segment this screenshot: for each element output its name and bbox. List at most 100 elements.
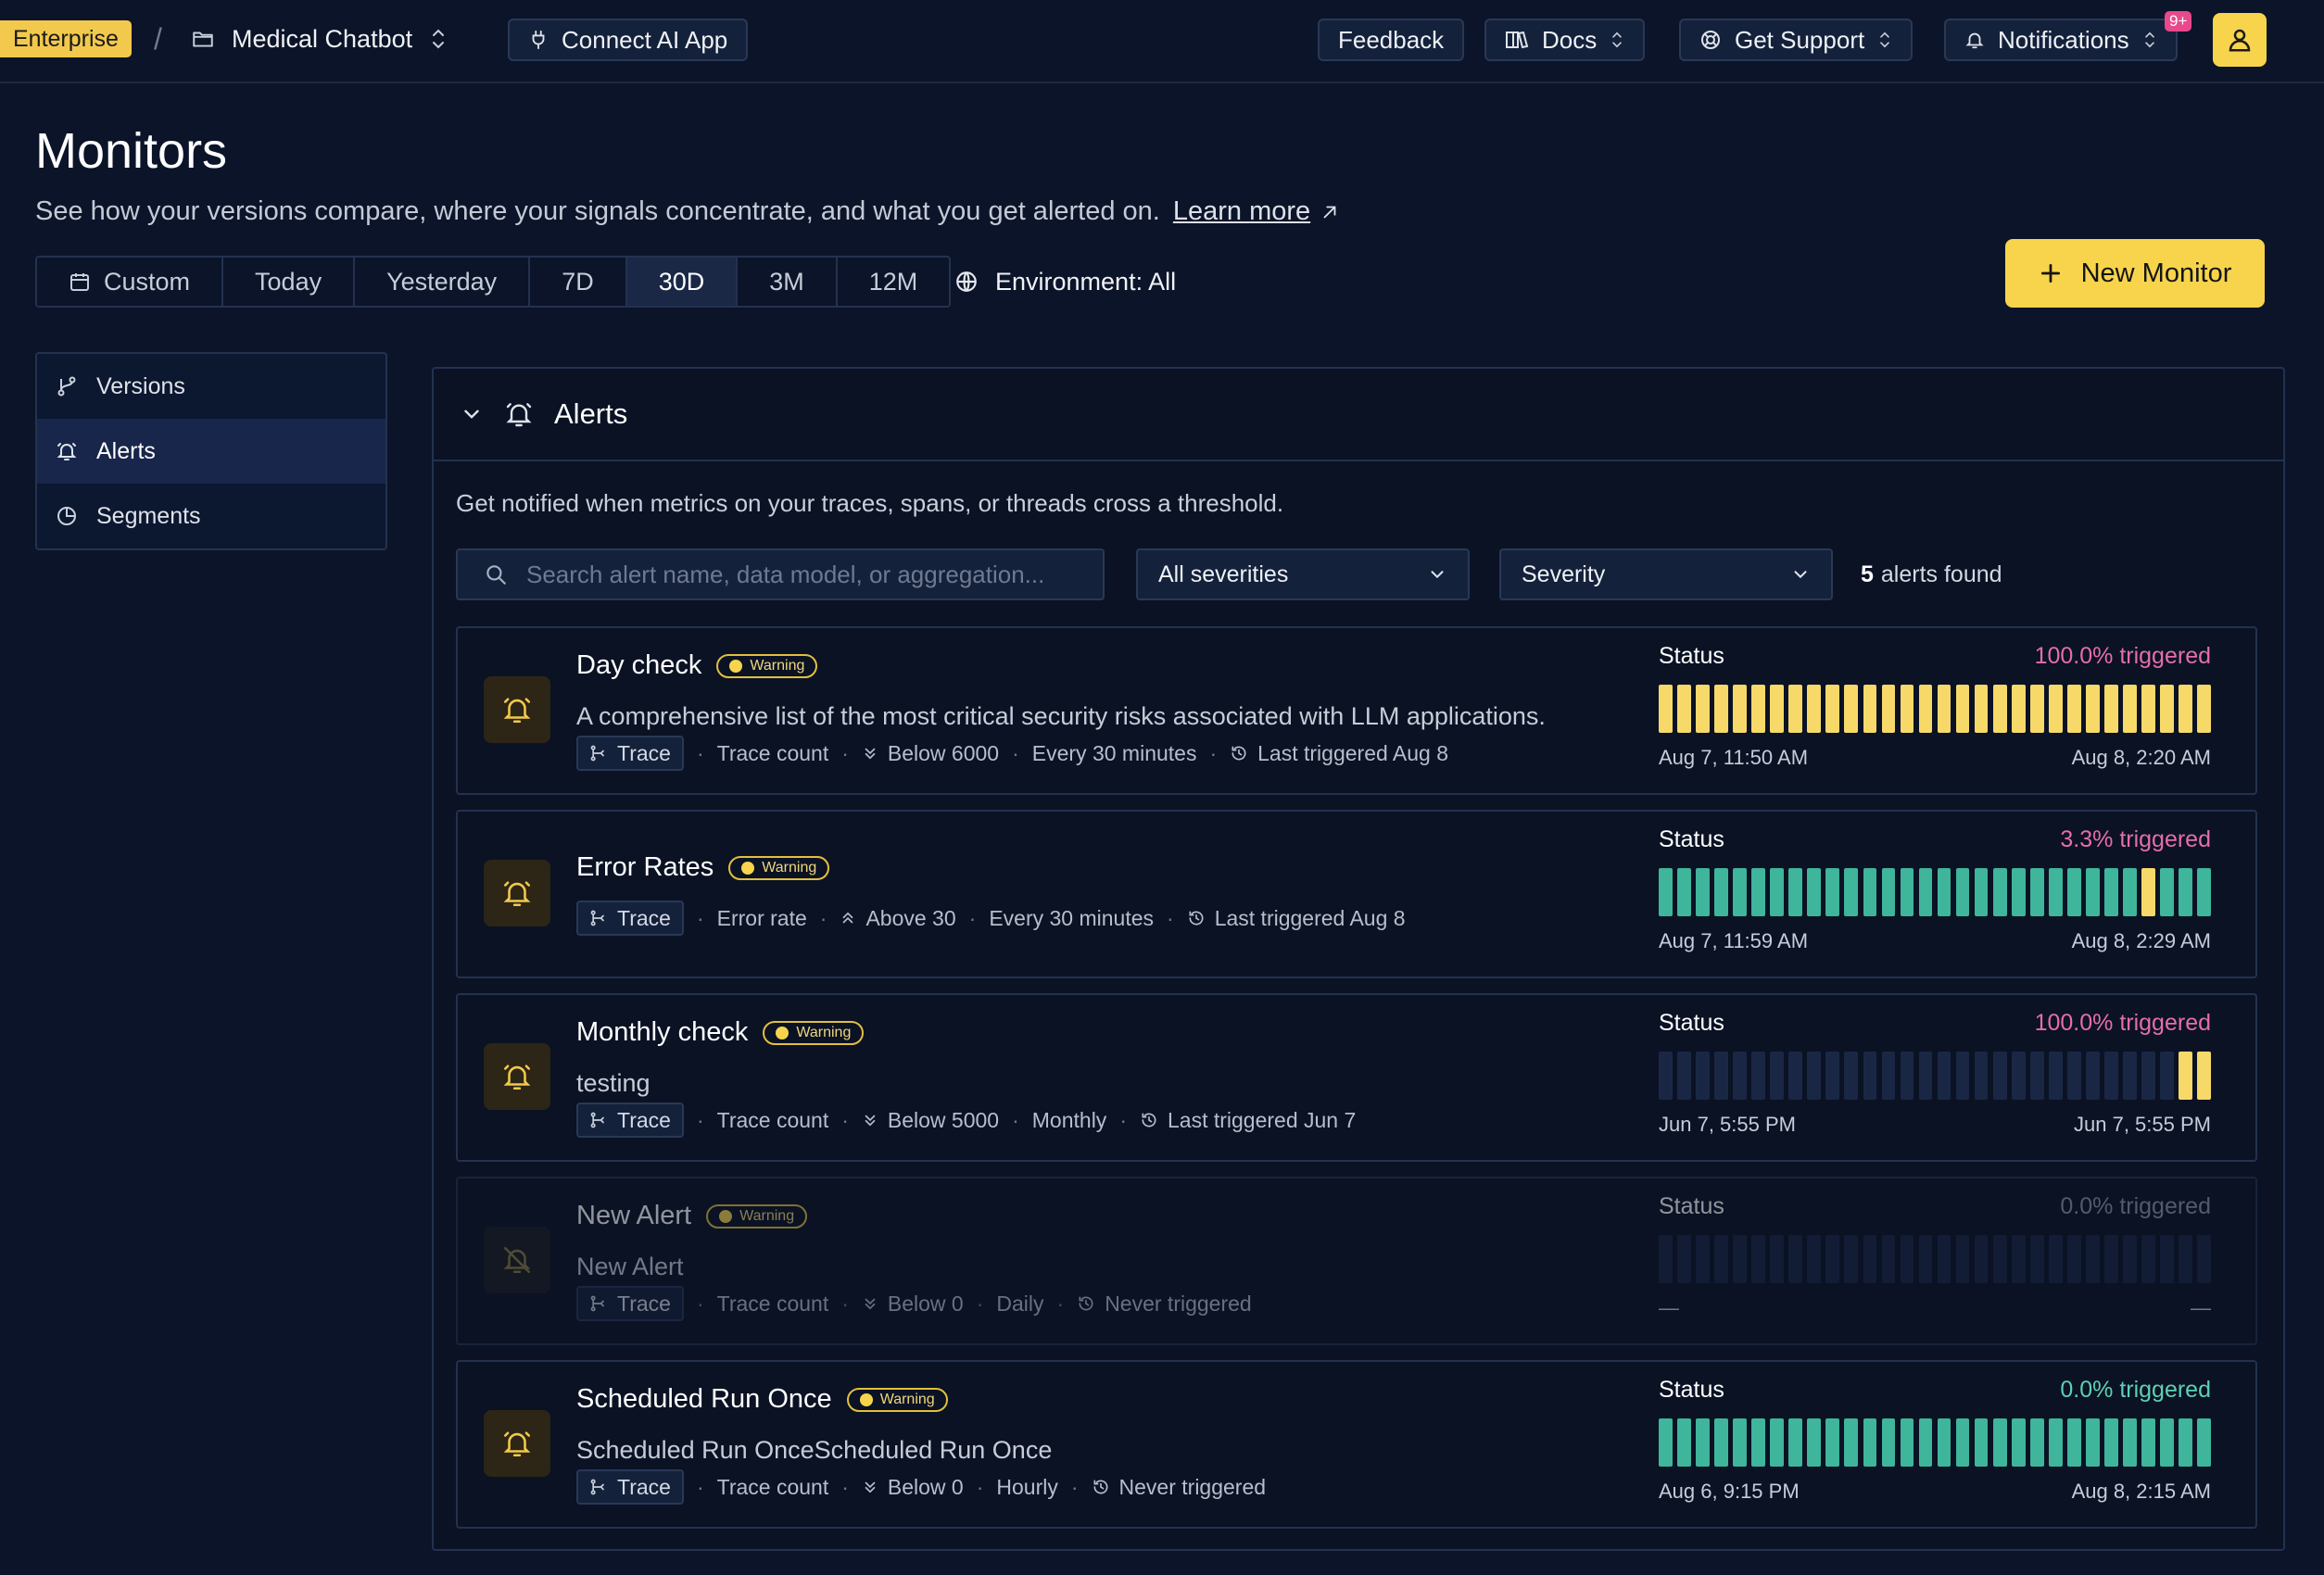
alert-card[interactable]: Monthly check Warning testing Trace · Trace c… (456, 993, 2257, 1162)
status-bar[interactable] (1992, 868, 2007, 916)
status-bar[interactable] (1751, 1052, 1765, 1100)
status-bar[interactable] (1751, 1418, 1765, 1467)
status-bar[interactable] (2029, 868, 2044, 916)
status-bar[interactable] (1955, 1418, 1970, 1467)
range-yesterday[interactable]: Yesterday (355, 258, 531, 306)
alert-search-input[interactable] (526, 560, 1082, 589)
status-bar[interactable] (2179, 685, 2192, 733)
status-bar[interactable] (1881, 1418, 1896, 1467)
status-bar[interactable] (1659, 1235, 1673, 1283)
status-bar[interactable] (1770, 1052, 1784, 1100)
status-bar[interactable] (2179, 1418, 2192, 1467)
status-bar[interactable] (2029, 1235, 2044, 1283)
alert-card[interactable]: Day check Warning A comprehensive list of … (456, 626, 2257, 795)
status-bar[interactable] (1844, 1418, 1859, 1467)
status-bar[interactable] (1918, 685, 1933, 733)
notifications-button[interactable]: Notifications (1944, 19, 2178, 61)
status-bar[interactable] (1881, 1235, 1896, 1283)
status-bar[interactable] (1863, 1052, 1877, 1100)
sidebar-item-alerts[interactable]: Alerts (37, 419, 385, 484)
status-bar[interactable] (2179, 1052, 2192, 1100)
status-bar[interactable] (2141, 685, 2155, 733)
status-bar[interactable] (1900, 685, 1914, 733)
status-bar[interactable] (2160, 1235, 2174, 1283)
get-support-button[interactable]: Get Support (1679, 19, 1914, 61)
status-bar[interactable] (1844, 1235, 1859, 1283)
status-bar[interactable] (2011, 1235, 2026, 1283)
status-bar[interactable] (1807, 685, 1822, 733)
status-bar[interactable] (1825, 685, 1840, 733)
status-bar[interactable] (2029, 1052, 2044, 1100)
status-bar[interactable] (1955, 685, 1970, 733)
status-bar[interactable] (1992, 1235, 2007, 1283)
status-bar[interactable] (2067, 1052, 2081, 1100)
status-bar[interactable] (1955, 1052, 1970, 1100)
status-bar[interactable] (2067, 868, 2081, 916)
status-bar[interactable] (1751, 685, 1765, 733)
status-bar[interactable] (2197, 868, 2212, 916)
status-bar[interactable] (2086, 1235, 2100, 1283)
status-bar[interactable] (1863, 868, 1877, 916)
new-monitor-button[interactable]: New Monitor (2005, 239, 2265, 308)
status-bar[interactable] (1751, 868, 1765, 916)
alert-search-box[interactable] (456, 548, 1105, 600)
status-bar[interactable] (1937, 1052, 1951, 1100)
range-today[interactable]: Today (223, 258, 356, 306)
alerts-panel-header[interactable]: Alerts (434, 369, 2283, 461)
status-bar[interactable] (1788, 1235, 1802, 1283)
status-bar[interactable] (1788, 1418, 1802, 1467)
status-bar[interactable] (2104, 685, 2118, 733)
status-bar[interactable] (1992, 685, 2007, 733)
status-bar[interactable] (2197, 1052, 2212, 1100)
alert-name[interactable]: Monthly check (576, 1017, 748, 1048)
status-bar[interactable] (1825, 1418, 1840, 1467)
status-bar[interactable] (1677, 1235, 1691, 1283)
status-bar[interactable] (1937, 685, 1951, 733)
status-bar[interactable] (2048, 685, 2063, 733)
status-bar[interactable] (2197, 1235, 2212, 1283)
status-bar[interactable] (1696, 1052, 1710, 1100)
status-bar[interactable] (1937, 1235, 1951, 1283)
status-bar[interactable] (1696, 685, 1710, 733)
status-bar[interactable] (1881, 685, 1896, 733)
status-bar[interactable] (1955, 1235, 1970, 1283)
status-bar[interactable] (1733, 1052, 1747, 1100)
status-bar[interactable] (1900, 1052, 1914, 1100)
status-bar[interactable] (1825, 1052, 1840, 1100)
status-bar[interactable] (2086, 868, 2100, 916)
status-bar[interactable] (1881, 1052, 1896, 1100)
status-bar[interactable] (2197, 685, 2212, 733)
status-bar[interactable] (1918, 1418, 1933, 1467)
status-bar[interactable] (1974, 1052, 1989, 1100)
project-switcher[interactable]: Medical Chatbot (191, 20, 448, 57)
status-bar[interactable] (1677, 1052, 1691, 1100)
status-bar[interactable] (2141, 1052, 2155, 1100)
alert-name[interactable]: Day check (576, 650, 701, 681)
status-bar[interactable] (1714, 868, 1728, 916)
range-3m[interactable]: 3M (738, 258, 838, 306)
status-bar[interactable] (2011, 1418, 2026, 1467)
status-bar[interactable] (1770, 1235, 1784, 1283)
status-bar[interactable] (1807, 1235, 1822, 1283)
status-bar[interactable] (2141, 868, 2155, 916)
status-bar[interactable] (2029, 685, 2044, 733)
status-bar[interactable] (2104, 1052, 2118, 1100)
status-bar[interactable] (1937, 1418, 1951, 1467)
status-bar[interactable] (2179, 1235, 2192, 1283)
status-bar[interactable] (1992, 1052, 2007, 1100)
status-bar[interactable] (2048, 868, 2063, 916)
status-bar[interactable] (1918, 1052, 1933, 1100)
status-bar[interactable] (1918, 868, 1933, 916)
status-bar[interactable] (1714, 1235, 1728, 1283)
status-bar[interactable] (1659, 685, 1673, 733)
status-bar[interactable] (2141, 1418, 2155, 1467)
status-bar[interactable] (1974, 1418, 1989, 1467)
alert-name[interactable]: New Alert (576, 1201, 691, 1231)
status-bar[interactable] (1881, 868, 1896, 916)
status-bar[interactable] (1770, 1418, 1784, 1467)
status-bar[interactable] (2086, 1052, 2100, 1100)
status-bar[interactable] (1788, 685, 1802, 733)
status-bar[interactable] (2011, 1052, 2026, 1100)
status-bar[interactable] (2104, 1235, 2118, 1283)
status-bar[interactable] (1788, 868, 1802, 916)
